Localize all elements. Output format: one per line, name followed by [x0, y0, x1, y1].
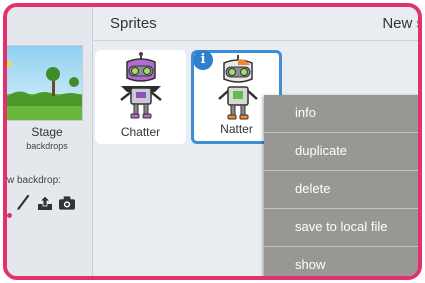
- natter-robot-icon: [218, 55, 258, 120]
- sprites-title: Sprites: [110, 15, 157, 32]
- sprites-header: Sprites New s: [94, 7, 418, 41]
- menu-item-show[interactable]: show: [264, 247, 418, 276]
- paint-brush-icon[interactable]: [15, 195, 31, 211]
- backdrop-tools: [15, 195, 75, 211]
- stage-panel: Stage backdrops w backdrop:: [7, 7, 93, 276]
- camera-icon[interactable]: [59, 195, 75, 211]
- stage-backdrops-label: backdrops: [26, 141, 68, 151]
- chatter-robot-icon: [120, 52, 162, 119]
- stage-label: Stage: [31, 125, 63, 139]
- upload-icon[interactable]: [37, 195, 53, 211]
- menu-item-save-to-local-file[interactable]: save to local file: [264, 209, 418, 245]
- stage-thumbnail[interactable]: [7, 45, 83, 121]
- menu-item-info[interactable]: info: [264, 95, 418, 131]
- new-backdrop-label: w backdrop:: [7, 175, 61, 186]
- screenshot-frame: Stage backdrops w backdrop: Sprites New …: [3, 3, 422, 280]
- menu-item-duplicate[interactable]: duplicate: [264, 133, 418, 169]
- sprite-context-menu: info duplicate delete save to local file…: [264, 95, 418, 276]
- menu-item-delete[interactable]: delete: [264, 171, 418, 207]
- cursor-dot: [7, 213, 12, 218]
- sprite-tile-chatter[interactable]: Chatter: [95, 50, 186, 144]
- stage-scenery: [7, 61, 82, 106]
- new-sprite-label: New s: [382, 15, 422, 32]
- sprite-name: Chatter: [120, 125, 161, 139]
